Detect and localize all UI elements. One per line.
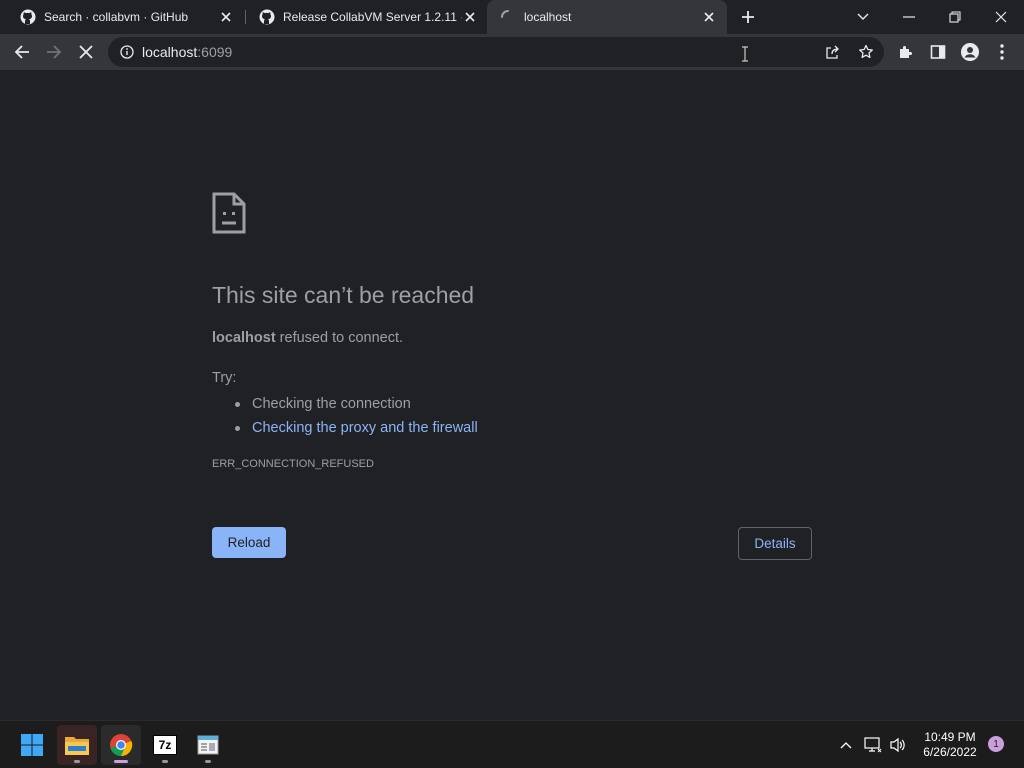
7zip-label: 7z (158, 738, 172, 752)
more-vertical-icon (1000, 44, 1004, 60)
close-icon[interactable] (701, 9, 717, 25)
close-icon (79, 45, 93, 59)
notepad-taskbar-button[interactable] (188, 725, 228, 765)
arrow-right-icon (47, 45, 62, 59)
info-icon[interactable] (120, 45, 134, 59)
speaker-icon (890, 737, 905, 753)
tab-localhost[interactable]: localhost (487, 0, 727, 34)
chrome-taskbar-button[interactable] (101, 725, 141, 765)
minimize-button[interactable] (899, 7, 919, 27)
summary-host: localhost (212, 330, 276, 346)
restore-icon (949, 11, 961, 23)
clock-date: 6/26/2022 (923, 745, 977, 759)
tab-title: Release CollabVM Server 1.2.11 · (283, 10, 462, 24)
github-icon (259, 9, 275, 25)
forward-button[interactable] (42, 40, 66, 64)
details-button[interactable]: Details (738, 527, 812, 560)
side-panel-button[interactable] (926, 40, 950, 64)
active-indicator (114, 760, 128, 763)
start-icon (21, 734, 43, 756)
chrome-icon (110, 734, 133, 757)
page-content (0, 70, 1024, 720)
tab-strip: Search · collabvm · GitHub Release Colla… (0, 0, 1024, 34)
error-summary: localhost refused to connect. (212, 330, 403, 346)
tab-title: localhost (524, 10, 572, 24)
url-port: :6099 (197, 44, 233, 60)
stop-loading-button[interactable] (74, 40, 98, 64)
plus-icon (742, 11, 754, 23)
notepad-icon (197, 735, 219, 755)
volume-button[interactable] (888, 735, 908, 755)
tab-title: Search · collabvm · GitHub (44, 10, 189, 24)
close-icon (995, 11, 1007, 23)
extensions-button[interactable] (894, 40, 918, 64)
avatar-icon (961, 43, 979, 61)
new-tab-button[interactable] (738, 7, 758, 27)
suggestions-list: Checking the connection Checking the pro… (212, 392, 478, 440)
suggestion-check-connection: Checking the connection (212, 392, 478, 416)
show-hidden-icons-button[interactable] (836, 735, 856, 755)
browser-toolbar: localhost:6099 (0, 34, 1024, 70)
file-explorer-button[interactable] (57, 725, 97, 765)
close-window-button[interactable] (991, 7, 1011, 27)
running-indicator (162, 760, 168, 763)
close-icon[interactable] (218, 9, 234, 25)
share-icon[interactable] (825, 44, 841, 60)
url-text: localhost:6099 (142, 44, 232, 60)
try-label: Try: (212, 370, 237, 386)
7zip-icon: 7z (153, 735, 177, 755)
7zip-taskbar-button[interactable]: 7z (145, 725, 185, 765)
text-cursor-icon (742, 46, 748, 62)
page-title: This site can’t be reached (212, 282, 475, 308)
restore-button[interactable] (945, 7, 965, 27)
clock-time: 10:49 PM (924, 730, 976, 744)
address-bar[interactable]: localhost:6099 (108, 37, 884, 67)
network-icon (864, 737, 882, 753)
chevron-up-icon (840, 742, 852, 749)
running-indicator (205, 760, 211, 763)
bookmark-star-icon[interactable] (858, 44, 874, 60)
error-code: ERR_CONNECTION_REFUSED (212, 458, 374, 470)
file-explorer-icon (65, 737, 89, 755)
notification-badge[interactable]: 1 (988, 736, 1004, 752)
arrow-left-icon (14, 45, 29, 59)
running-indicator (74, 760, 80, 763)
reload-button[interactable]: Reload (212, 527, 286, 558)
taskbar: 7z 10:49 PM 6/26/2022 (0, 720, 1024, 768)
network-button[interactable] (863, 735, 883, 755)
url-host: localhost (142, 44, 198, 60)
clock[interactable]: 10:49 PM 6/26/2022 (914, 730, 986, 760)
chevron-down-icon (857, 13, 869, 20)
summary-text: refused to connect. (275, 330, 404, 346)
puzzle-icon (900, 46, 912, 58)
suggestion-check-proxy-link[interactable]: Checking the proxy and the firewall (212, 416, 478, 440)
close-icon[interactable] (462, 9, 478, 25)
minimize-icon (903, 16, 915, 18)
sad-document-icon (212, 192, 246, 234)
start-button[interactable] (12, 725, 52, 765)
tab-collabvm-release[interactable]: Release CollabVM Server 1.2.11 · (246, 0, 488, 34)
back-button[interactable] (10, 40, 34, 64)
menu-button[interactable] (990, 40, 1014, 64)
profile-button[interactable] (958, 40, 982, 64)
github-icon (20, 9, 36, 25)
tab-github-search[interactable]: Search · collabvm · GitHub (0, 0, 244, 34)
loading-spinner-icon (501, 10, 509, 18)
tab-search-button[interactable] (853, 7, 873, 27)
side-panel-icon (930, 45, 946, 59)
